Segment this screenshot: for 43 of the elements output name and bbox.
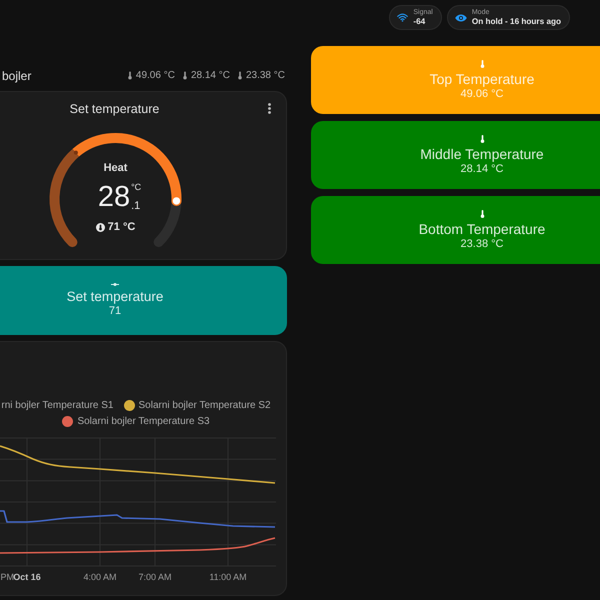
tile-name: Top Temperature (430, 70, 534, 88)
thermometer-icon (480, 210, 484, 218)
current-temperature: 71 °C (108, 220, 136, 234)
entity-name: bojler (2, 68, 32, 82)
tile-value: 28.14 °C (460, 162, 504, 176)
target-handle[interactable] (171, 196, 182, 206)
legend-label: rni bojler Temperature S1 (1, 399, 114, 412)
more-menu-icon[interactable] (268, 103, 271, 114)
axis-label: 11:00 AM (209, 572, 247, 582)
thermometer-icon (238, 71, 242, 80)
tile-value: 23.38 °C (460, 238, 504, 250)
tile-name: Set temperature (66, 289, 164, 305)
tile-name: Bottom Temperature (418, 220, 546, 238)
tile-value: 49.06 °C (460, 88, 504, 100)
legend-label: Solarni bojler Temperature S2 (138, 399, 271, 412)
dash-icon (111, 283, 119, 286)
temperature-reading: 49.06 °C (136, 70, 175, 81)
axis-label: 7:00 AM (138, 572, 172, 582)
chip-value: On hold - 16 hours ago (472, 17, 561, 27)
axis-label: Oct 16 (13, 572, 41, 582)
temperature-reading: 28.14 °C (190, 70, 230, 81)
temperature-unit: °C (131, 182, 142, 192)
mode-label: Heat (104, 161, 128, 175)
axis-label: PM (0, 572, 14, 582)
target-temperature: 28 (98, 182, 130, 212)
thermometer-icon (480, 134, 484, 142)
tile-value: 71 (108, 305, 122, 318)
legend-label: Solarni bojler Temperature S3 (77, 415, 210, 428)
sensor-tile[interactable]: Bottom Temperature 23.38 °C (311, 196, 600, 264)
thermometer-icon (182, 71, 187, 80)
chip-value: -64 (413, 17, 426, 27)
axis-label: 4:00 AM (83, 572, 117, 582)
thermometer-icon (128, 71, 132, 80)
thermometer-icon (96, 222, 105, 232)
tile-name: Middle Temperature (420, 146, 544, 162)
card-title: Set temperature (70, 101, 160, 117)
thermometer-icon (480, 60, 484, 68)
wifi-icon (397, 13, 408, 22)
sensor-tile[interactable]: Middle Temperature 28.14 °C (311, 121, 600, 189)
temperature-reading: 23.38 °C (246, 70, 285, 81)
set-temperature-tile[interactable]: Set temperature 71 (0, 266, 287, 335)
eye-icon (454, 14, 467, 22)
temperature-decimal: .1 (131, 201, 142, 212)
